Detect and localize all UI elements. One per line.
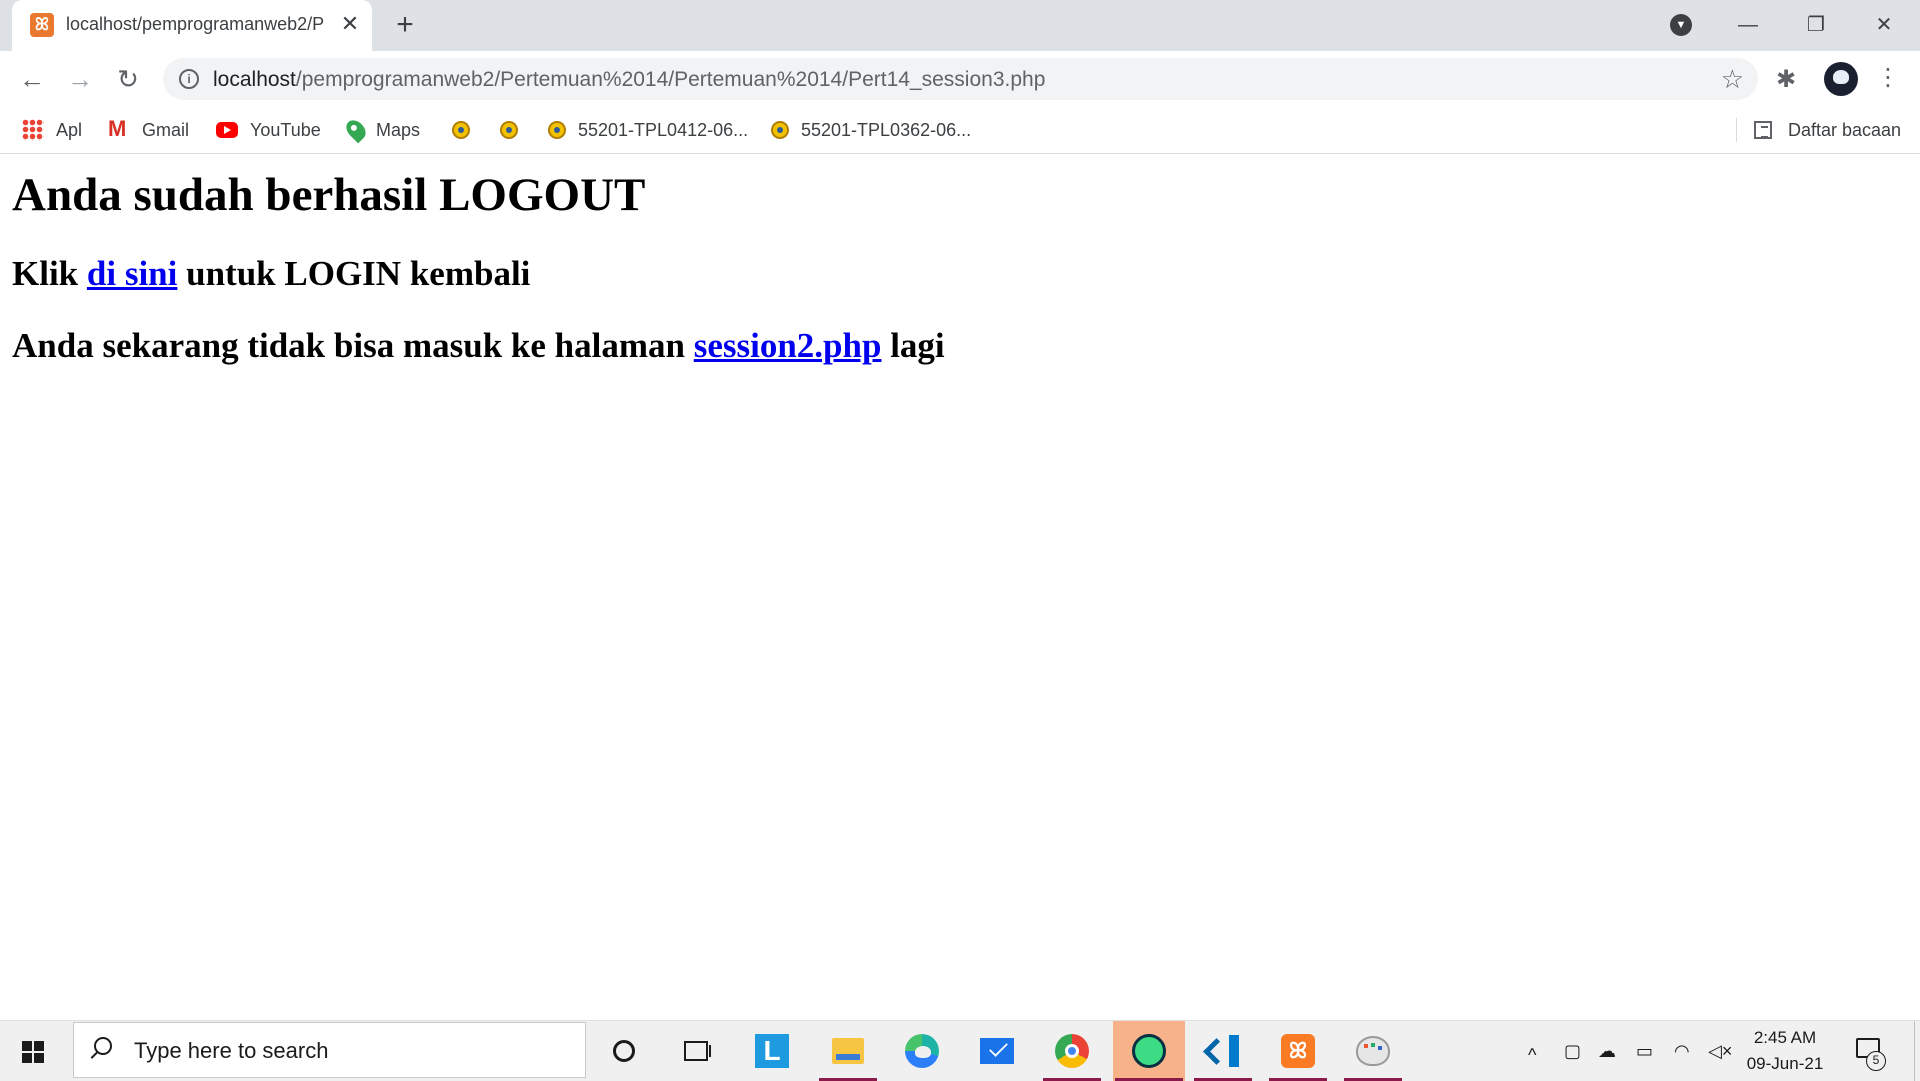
volume-muted-icon[interactable]: ◁× [1708,1039,1732,1063]
session2-link[interactable]: session2.php [694,326,882,365]
meet-now-icon[interactable]: ▢ [1564,1039,1581,1063]
minimize-button[interactable]: — [1725,8,1771,42]
bookmark-label: Maps [376,119,421,140]
file-explorer-icon [832,1038,864,1064]
reading-list-icon [1754,121,1772,139]
taskbar-xampp[interactable]: ꕤ [1267,1021,1329,1081]
bookmark-seal-1[interactable] [452,115,482,145]
reload-button[interactable]: ↻ [112,63,144,95]
new-tab-button[interactable]: + [390,10,420,40]
search-icon [94,1037,112,1055]
apps-grid-icon [22,119,44,141]
bookmark-label: 55201-TPL0362-06... [801,119,972,140]
bookmark-label: Apl [56,119,83,140]
tab-close-icon[interactable]: ✕ [337,11,363,37]
profile-avatar[interactable] [1824,62,1858,96]
android-studio-icon [1132,1034,1166,1068]
line-text: lagi [881,326,945,365]
bookmark-star-icon[interactable]: ☆ [1721,64,1744,95]
windows-start-icon[interactable] [22,1041,44,1063]
edge-icon [905,1034,939,1068]
bookmark-seal-2[interactable] [500,115,530,145]
login-again-line: Klik di sini untuk LOGIN kembali [12,254,530,294]
window-close-button[interactable]: ✕ [1861,8,1907,42]
tab-title: localhost/pemprogramanweb2/P [66,14,325,34]
battery-icon[interactable]: ▭ [1636,1039,1653,1063]
login-link[interactable]: di sini [87,254,177,293]
taskbar-app-l[interactable]: L [741,1021,803,1081]
xampp-favicon-icon: ꕤ [30,13,54,37]
taskbar-search[interactable] [73,1022,586,1078]
taskbar-search-input[interactable] [132,1035,556,1067]
reading-list-button[interactable]: Daftar bacaan [1736,115,1902,145]
mail-icon [980,1038,1014,1064]
l-app-icon: L [755,1034,789,1068]
line-text: Anda sekarang tidak bisa masuk ke halama… [12,326,694,365]
notification-count-badge: 5 [1866,1051,1886,1071]
extensions-puzzle-icon[interactable]: ✱ [1776,65,1796,94]
divider [1736,118,1737,142]
restore-button[interactable]: ❐ [1793,8,1839,42]
vscode-icon [1207,1035,1239,1067]
maps-pin-icon [342,116,370,144]
tray-overflow-chevron-icon[interactable]: ^ [1528,1043,1536,1067]
address-url[interactable]: localhost/pemprogramanweb2/Pertemuan%201… [213,68,1045,92]
no-access-line: Anda sekarang tidak bisa masuk ke halama… [12,326,945,366]
gmail-icon [108,117,130,141]
line-text: untuk LOGIN kembali [177,254,531,293]
bookmark-youtube[interactable]: YouTube [216,115,321,145]
bookmarks-bar: Apl Gmail YouTube Maps 55201-TPL0412-06.… [0,107,1920,154]
youtube-icon [216,122,238,138]
taskbar-android-studio[interactable] [1113,1021,1185,1081]
tab-strip: ꕤ localhost/pemprogramanweb2/P ✕ + ▼ — ❐… [0,0,1920,51]
browser-tab-active[interactable]: ꕤ localhost/pemprogramanweb2/P ✕ [12,0,372,51]
taskbar-edge[interactable] [891,1021,953,1081]
bookmark-apps[interactable]: Apl [22,115,82,145]
bookmark-label: 55201-TPL0412-06... [578,119,749,140]
reading-list-label: Daftar bacaan [1788,119,1902,140]
page-content: Anda sudah berhasil LOGOUT Klik di sini … [0,154,1920,1020]
site-info-icon[interactable]: i [179,69,199,89]
browser-toolbar: ← → ↻ i localhost/pemprogramanweb2/Perte… [0,51,1920,107]
seal-icon [771,121,789,139]
clock-date: 09-Jun-21 [1746,1054,1824,1073]
clock-time: 2:45 AM [1753,1028,1817,1047]
address-bar[interactable]: i localhost/pemprogramanweb2/Pertemuan%2… [163,58,1758,100]
page-heading: Anda sudah berhasil LOGOUT [12,169,646,221]
wifi-icon[interactable]: ◠ [1674,1039,1690,1063]
paint-icon [1356,1036,1390,1066]
line-text: Klik [12,254,87,293]
bookmark-maps[interactable]: Maps [342,115,421,145]
forward-button[interactable]: → [64,63,96,95]
system-clock[interactable]: 2:45 AM 09-Jun-21 [1735,1025,1835,1077]
taskbar-chrome[interactable] [1041,1021,1103,1081]
chrome-icon [1055,1034,1089,1068]
show-desktop-button[interactable] [1914,1021,1915,1081]
windows-taskbar: L ꕤ ^ ▢ ☁ ▭ ◠ ◁× 2:45 AM 09-Jun-21 5 [0,1020,1920,1081]
browser-menu-icon[interactable]: ⋮ [1876,63,1900,93]
bookmark-tpl0362[interactable]: 55201-TPL0362-06... [771,115,971,145]
onedrive-cloud-icon[interactable]: ☁ [1598,1039,1616,1063]
task-view-icon [684,1041,711,1061]
xampp-icon: ꕤ [1281,1034,1315,1068]
seal-icon [500,121,518,139]
cortana-icon [613,1040,635,1062]
back-button[interactable]: ← [16,63,48,95]
bookmark-label: Gmail [142,119,190,140]
taskbar-mail[interactable] [966,1021,1028,1081]
cortana-button[interactable] [593,1021,655,1081]
seal-icon [452,121,470,139]
task-view-button[interactable] [665,1021,727,1081]
url-host: localhost [213,68,296,91]
seal-icon [548,121,566,139]
taskbar-file-explorer[interactable] [817,1021,879,1081]
url-path: /pemprogramanweb2/Pertemuan%2014/Pertemu… [295,68,1046,91]
tab-search-icon[interactable]: ▼ [1670,14,1692,36]
taskbar-vscode[interactable] [1192,1021,1254,1081]
bookmark-tpl0412[interactable]: 55201-TPL0412-06... [548,115,748,145]
bookmark-gmail[interactable]: Gmail [108,115,189,145]
taskbar-paint[interactable] [1342,1021,1404,1081]
bookmark-label: YouTube [250,119,321,140]
